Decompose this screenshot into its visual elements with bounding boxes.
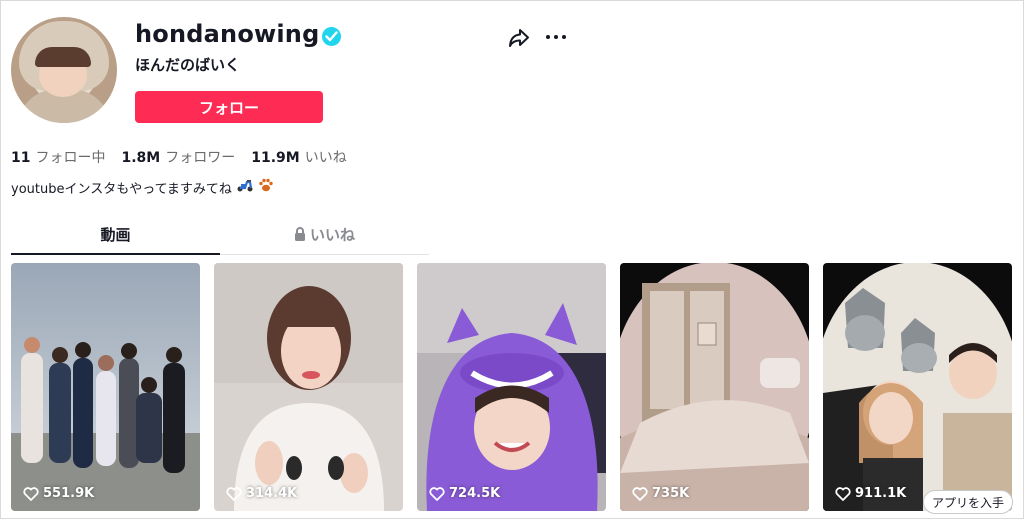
video-likes-count: 724.5K	[449, 486, 501, 501]
tab-liked[interactable]: いいね	[220, 221, 429, 253]
video-thumbnail	[11, 263, 200, 511]
heart-outline-icon	[429, 486, 445, 501]
heart-outline-icon	[835, 486, 851, 501]
video-thumbnail	[417, 263, 606, 511]
video-likes-count: 314.4K	[246, 486, 298, 501]
likes-label: いいね	[304, 150, 347, 166]
bio: youtubeインスタもやってますみてね	[11, 177, 274, 197]
following-count: 11	[11, 150, 31, 166]
video-thumbnail	[620, 263, 809, 511]
video-card[interactable]: 724.5K	[417, 263, 606, 511]
video-likes-count: 911.1K	[855, 486, 907, 501]
nickname: ほんだのばいく	[135, 56, 241, 74]
video-card[interactable]: 551.9K	[11, 263, 200, 511]
followers-count: 1.8M	[121, 150, 161, 166]
following-label: フォロー中	[35, 150, 106, 166]
likes-stat: 11.9M いいね	[251, 147, 346, 167]
video-likes: 735K	[632, 486, 689, 501]
heart-outline-icon	[632, 486, 648, 501]
avatar[interactable]	[11, 17, 117, 123]
paw-icon	[258, 177, 274, 197]
video-likes: 724.5K	[429, 486, 500, 501]
get-app-button[interactable]: アプリを入手	[923, 490, 1013, 514]
video-card[interactable]: 735K	[620, 263, 809, 511]
profile-stats: 11 フォロー中 1.8M フォロワー 11.9M いいね	[11, 147, 363, 167]
video-likes-count: 735K	[652, 486, 690, 501]
video-likes: 551.9K	[23, 486, 94, 501]
follow-button[interactable]: フォロー	[135, 91, 323, 123]
following-stat[interactable]: 11 フォロー中	[11, 147, 105, 167]
scooter-icon	[236, 178, 254, 196]
tab-liked-label: いいね	[309, 226, 355, 244]
followers-label: フォロワー	[165, 150, 236, 166]
video-thumbnail	[214, 263, 403, 511]
video-likes: 314.4K	[226, 486, 297, 501]
more-options-icon[interactable]	[544, 27, 568, 47]
video-thumbnail	[823, 263, 1012, 511]
video-likes: 911.1K	[835, 486, 906, 501]
heart-outline-icon	[226, 486, 242, 501]
active-tab-indicator	[11, 253, 220, 255]
profile-tabs: 動画 いいね	[11, 221, 429, 255]
video-card[interactable]: 911.1K	[823, 263, 1012, 511]
heart-outline-icon	[23, 486, 39, 501]
lock-icon	[294, 222, 306, 250]
tab-videos[interactable]: 動画	[11, 221, 220, 253]
username: hondanowing	[135, 20, 320, 48]
video-likes-count: 551.9K	[43, 486, 95, 501]
followers-stat[interactable]: 1.8M フォロワー	[121, 147, 235, 167]
share-icon[interactable]	[508, 28, 530, 48]
video-card[interactable]: 314.4K	[214, 263, 403, 511]
verified-badge-icon	[322, 27, 341, 46]
bio-text: youtubeインスタもやってますみてね	[11, 181, 232, 197]
tab-divider	[220, 254, 429, 255]
likes-count: 11.9M	[251, 150, 300, 166]
